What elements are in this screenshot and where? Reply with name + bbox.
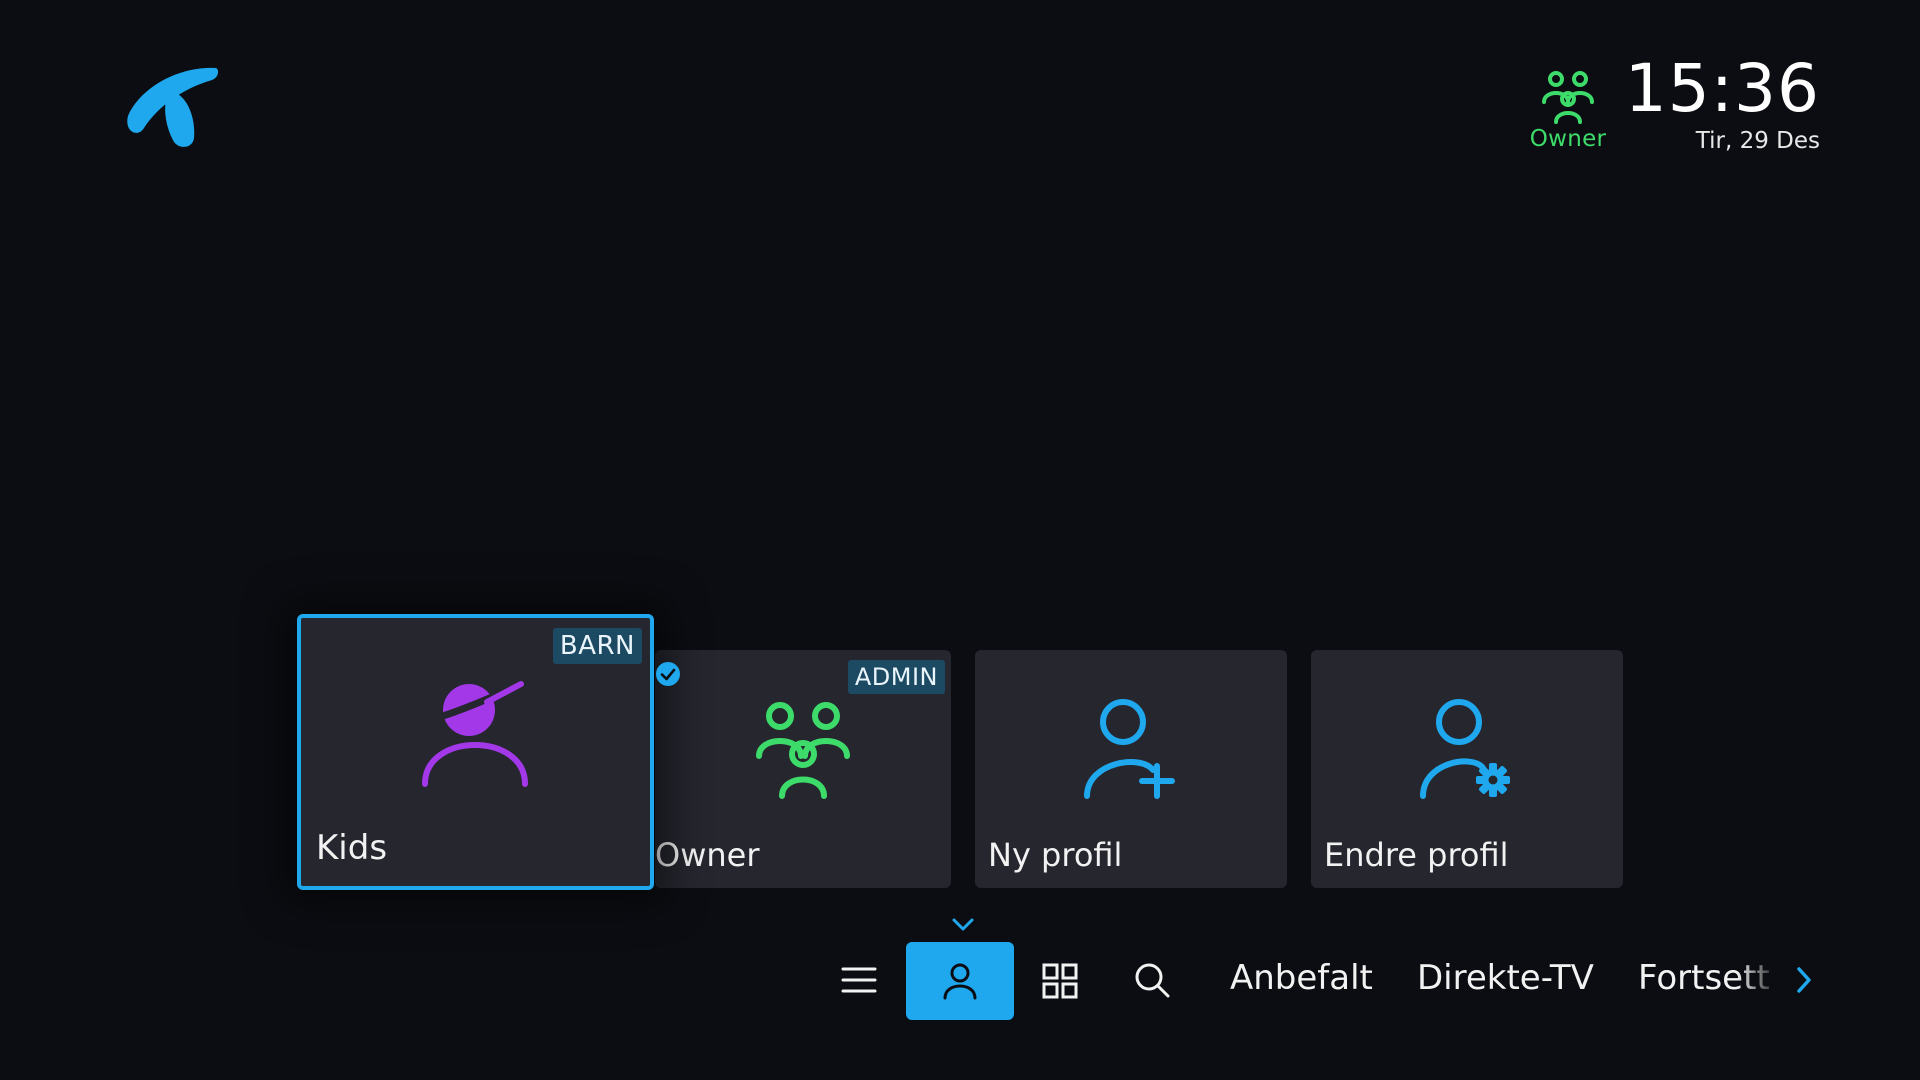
profile-name: Ny profil — [988, 836, 1123, 874]
profile-selection-screen: Owner 15:36 Tir, 29 Des ADMIN Owner Ny p… — [0, 0, 1920, 1080]
new-profile-card[interactable]: Ny profil — [975, 650, 1287, 888]
check-circle-icon — [656, 662, 680, 686]
kid-user-icon — [421, 680, 528, 787]
kids-badge: BARN — [552, 628, 642, 664]
profile-card-kids[interactable]: BARN Kids — [297, 614, 654, 890]
menu-button[interactable] — [836, 960, 882, 1000]
active-profile-label: Owner — [1529, 126, 1607, 152]
profile-name: Kids — [316, 828, 388, 868]
active-profile-indicator: Owner — [1528, 68, 1608, 152]
profile-icon — [943, 963, 977, 1000]
nav-link-direkte-tv[interactable]: Direkte-TV — [1417, 958, 1594, 998]
group-users-icon — [756, 702, 850, 799]
menu-icon — [841, 967, 877, 993]
edit-user-icon — [1420, 699, 1510, 799]
chevron-down-icon — [952, 918, 974, 931]
chevron-right-icon — [1797, 967, 1811, 993]
profile-button[interactable] — [906, 942, 1014, 1020]
telenor-logo-icon — [127, 67, 219, 147]
group-users-icon — [1542, 71, 1594, 124]
grid-icon — [1042, 963, 1078, 999]
clock-date: Tir, 29 Des — [1695, 128, 1820, 154]
admin-badge: ADMIN — [847, 660, 945, 694]
nav-link-fortsett[interactable]: Fortsett å — [1638, 958, 1780, 998]
profile-name: Endre profil — [1324, 836, 1509, 874]
search-icon — [1135, 963, 1170, 998]
bottom-navigation: Anbefalt Direkte-TV Fortsett å — [0, 940, 1920, 1020]
profile-name: Owner — [655, 836, 760, 874]
clock: 15:36 Tir, 29 Des — [1624, 50, 1820, 155]
clock-time: 15:36 — [1624, 50, 1820, 127]
profile-card-owner[interactable]: ADMIN Owner — [655, 650, 951, 888]
add-user-icon — [1084, 699, 1175, 799]
search-button[interactable] — [1130, 958, 1174, 1002]
edit-profile-card[interactable]: Endre profil — [1311, 650, 1623, 888]
grid-button[interactable] — [1038, 960, 1082, 1002]
scroll-right-button[interactable] — [1792, 958, 1816, 1002]
nav-link-anbefalt[interactable]: Anbefalt — [1230, 958, 1373, 998]
